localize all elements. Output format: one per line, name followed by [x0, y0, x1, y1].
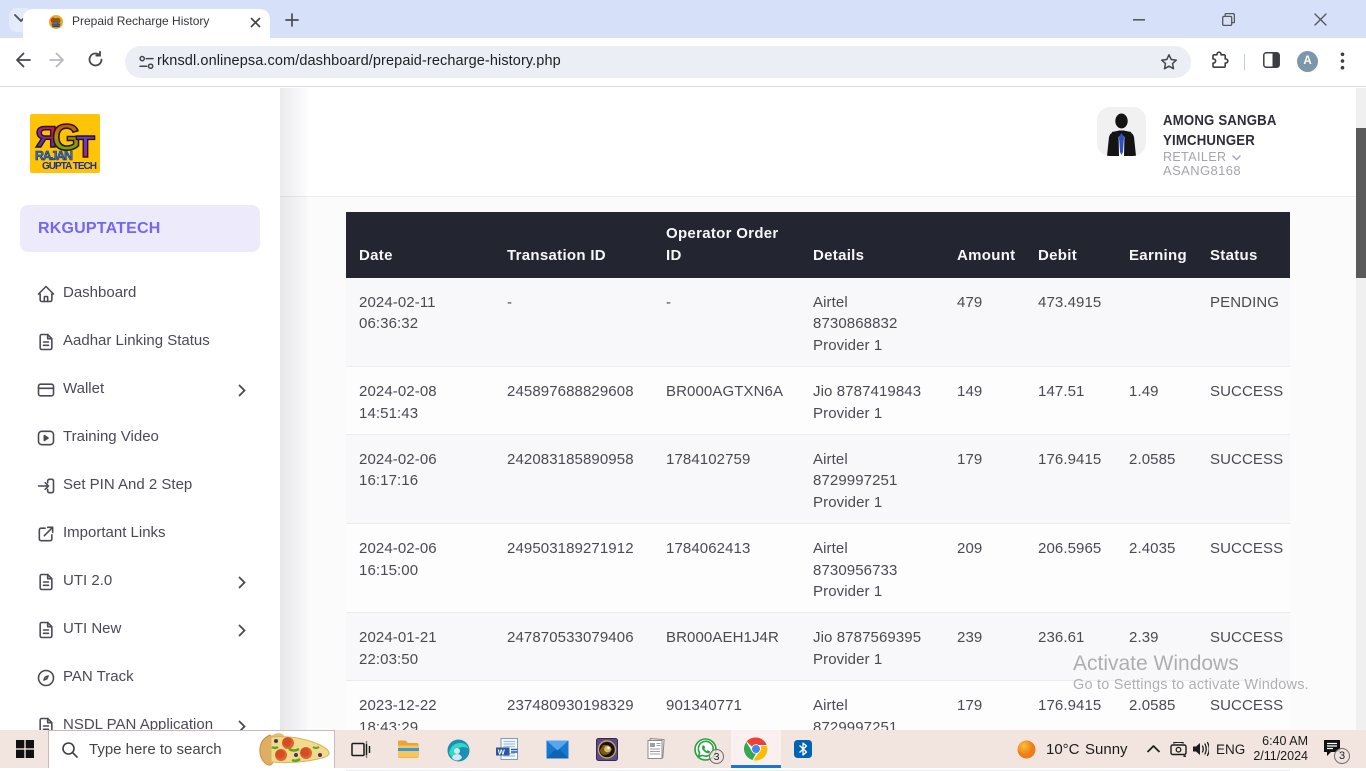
svg-text:W: W [498, 747, 506, 756]
svg-text:T: T [76, 129, 95, 164]
svg-text:GUPTA TECH: GUPTA TECH [42, 161, 97, 172]
